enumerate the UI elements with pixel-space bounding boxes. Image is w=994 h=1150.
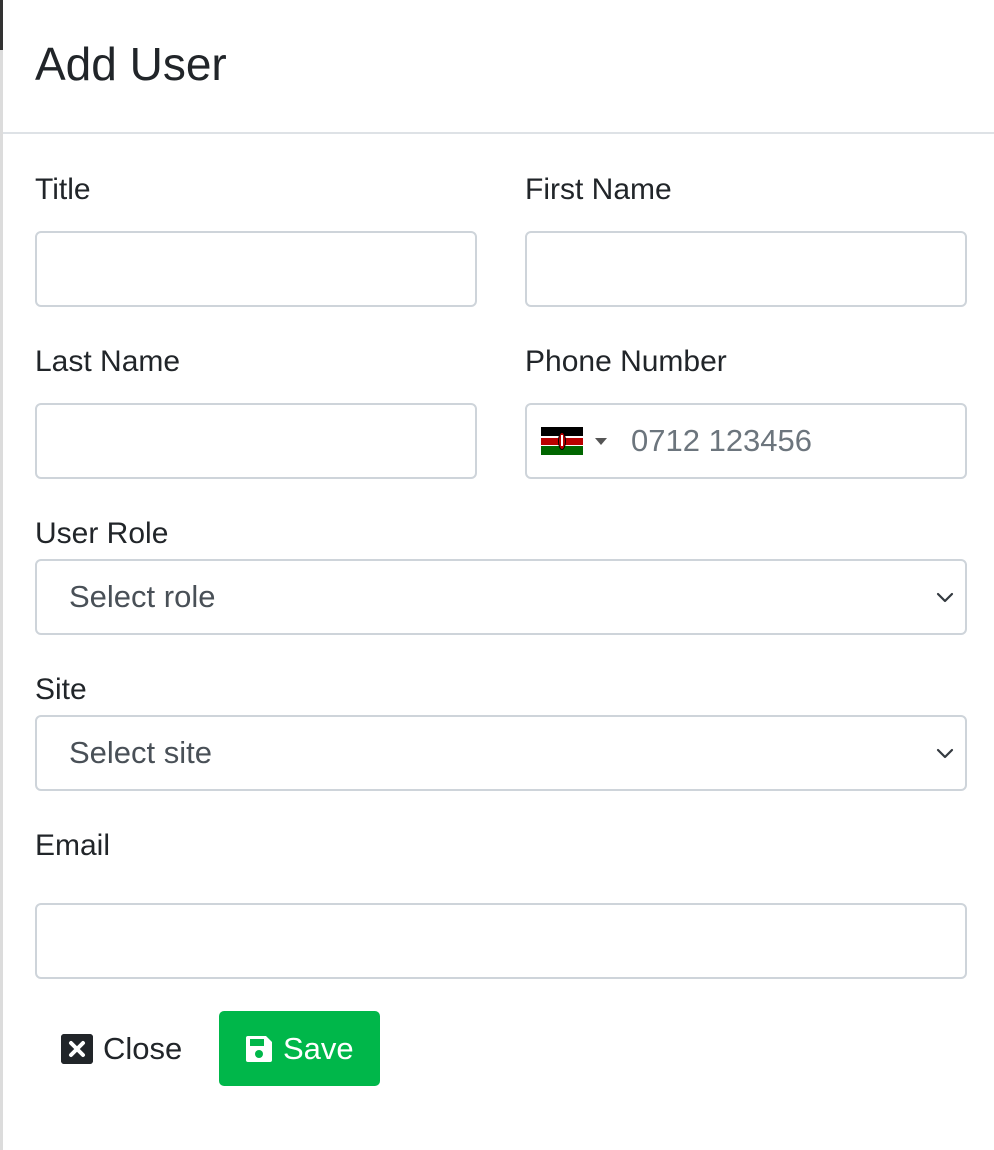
site-label: Site: [35, 673, 87, 706]
close-button-label: Close: [103, 1031, 183, 1066]
first-name-field[interactable]: [525, 231, 967, 307]
first-name-input[interactable]: [527, 233, 965, 305]
country-code-selector[interactable]: [541, 427, 607, 455]
site-select[interactable]: Select site: [35, 715, 967, 791]
chevron-down-icon: [936, 592, 954, 603]
chevron-down-icon: [936, 748, 954, 759]
save-button-label: Save: [283, 1030, 354, 1066]
user-role-select[interactable]: Select role: [35, 559, 967, 635]
modal-header: Add User: [3, 0, 994, 134]
close-square-icon: [61, 1034, 93, 1064]
email-input[interactable]: [37, 905, 965, 977]
modal-title: Add User: [35, 38, 227, 90]
first-name-label: First Name: [525, 173, 672, 206]
phone-number-input[interactable]: 0712 123456: [631, 405, 965, 477]
user-role-label: User Role: [35, 517, 169, 550]
site-selected: Select site: [69, 735, 213, 770]
title-input[interactable]: [37, 233, 475, 305]
last-name-label: Last Name: [35, 345, 181, 378]
phone-number-label: Phone Number: [525, 345, 727, 378]
title-label: Title: [35, 173, 91, 206]
close-button[interactable]: Close: [61, 1028, 182, 1070]
email-label: Email: [35, 829, 111, 862]
caret-down-icon: [595, 437, 607, 445]
email-field[interactable]: [35, 903, 967, 979]
phone-number-field[interactable]: 0712 123456: [525, 403, 967, 479]
last-name-input[interactable]: [37, 405, 475, 477]
last-name-field[interactable]: [35, 403, 477, 479]
user-role-selected: Select role: [69, 579, 216, 614]
kenya-flag-icon: [541, 427, 583, 455]
title-field[interactable]: [35, 231, 477, 307]
add-user-modal: Add User Title First Name Last Name Phon…: [3, 0, 994, 1150]
save-button[interactable]: Save: [219, 1011, 380, 1086]
floppy-disk-icon: [246, 1035, 272, 1062]
